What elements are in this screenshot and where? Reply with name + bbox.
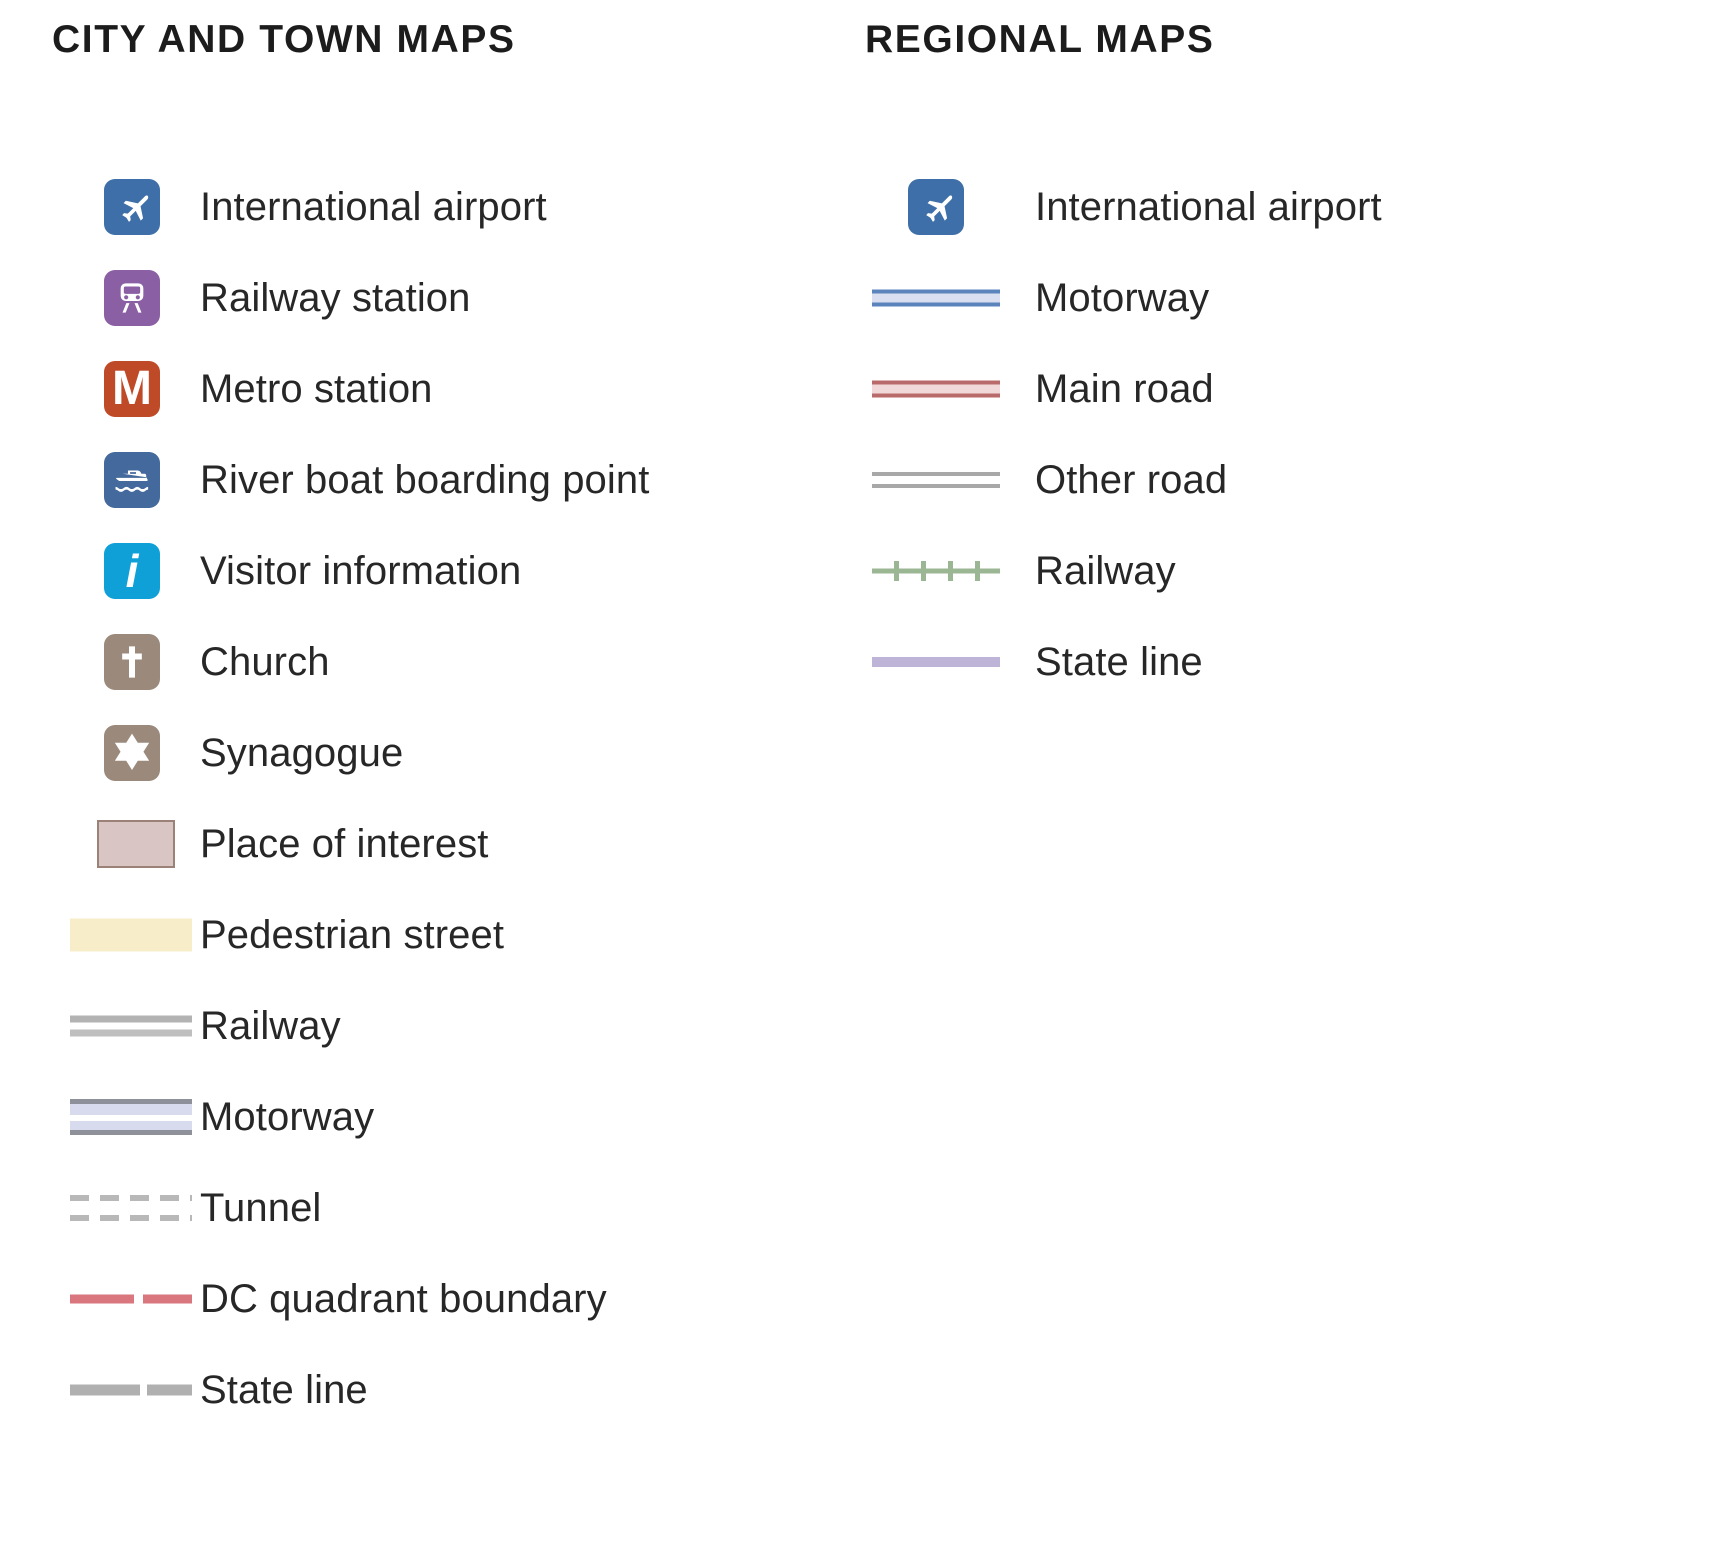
symbol-cell	[0, 981, 200, 1071]
legend-label: Other road	[1035, 458, 1228, 502]
legend-row-pedestrian-street: Pedestrian street	[0, 890, 860, 980]
regional-motorway-swatch	[872, 289, 1000, 307]
legend-row-railway-city: Railway	[0, 981, 860, 1071]
legend-row-railway-regional: Railway	[860, 526, 1717, 616]
legend-row-motorway-regional: Motorway	[860, 253, 1717, 343]
column-heading-regional: REGIONAL MAPS	[865, 18, 1215, 61]
railway-spine	[872, 568, 1000, 574]
legend-label: State line	[200, 1368, 368, 1412]
symbol-cell	[860, 162, 1035, 252]
legend-label: Railway	[200, 1004, 341, 1048]
regional-main-road-swatch	[872, 380, 1000, 398]
information-icon: i	[104, 543, 160, 599]
symbol-cell	[860, 526, 1035, 616]
pedestrian-street-swatch	[70, 918, 192, 952]
legend-label: International airport	[1035, 185, 1382, 229]
legend-row-railway-station: Railway station	[0, 253, 860, 343]
symbol-cell	[0, 890, 200, 980]
railway-tick	[894, 561, 899, 581]
regional-railway-swatch	[872, 561, 1000, 581]
legend-label: Main road	[1035, 367, 1214, 411]
symbol-cell	[0, 162, 200, 252]
legend-label: Synagogue	[200, 731, 404, 775]
legend-column-city: CITY AND TOWN MAPS International airport	[0, 0, 860, 1410]
legend-label: Place of interest	[200, 822, 489, 866]
railway-tick	[948, 561, 953, 581]
regional-other-road-swatch	[872, 472, 1000, 488]
legend-row-motorway-city: Motorway	[0, 1072, 860, 1162]
airport-icon	[908, 179, 964, 235]
place-of-interest-swatch	[97, 820, 175, 868]
information-glyph: i	[125, 545, 139, 597]
symbol-cell	[0, 435, 200, 525]
legend-label: DC quadrant boundary	[200, 1277, 607, 1321]
legend-label: Pedestrian street	[200, 913, 505, 957]
legend-row-place-of-interest: Place of interest	[0, 799, 860, 889]
legend-row-dc-quadrant-boundary: DC quadrant boundary	[0, 1254, 860, 1344]
metro-glyph: M	[112, 362, 152, 415]
legend-row-church: Church	[0, 617, 860, 707]
state-line-swatch	[70, 1384, 192, 1396]
legend-row-synagogue: Synagogue	[0, 708, 860, 798]
metro-icon: M	[104, 361, 160, 417]
symbol-cell	[860, 435, 1035, 525]
railway-station-icon	[104, 270, 160, 326]
legend-row-international-airport: International airport	[0, 162, 860, 252]
symbol-cell	[860, 253, 1035, 343]
legend-label: Tunnel	[200, 1186, 322, 1230]
symbol-cell	[860, 344, 1035, 434]
legend-label: Church	[200, 640, 330, 684]
legend-row-river-boat: River boat boarding point	[0, 435, 860, 525]
legend-label: Metro station	[200, 367, 433, 411]
symbol-cell: i	[0, 526, 200, 616]
legend-row-main-road: Main road	[860, 344, 1717, 434]
tunnel-line-swatch	[70, 1195, 192, 1221]
legend-row-international-airport-regional: International airport	[860, 162, 1717, 252]
symbol-cell	[0, 799, 200, 889]
symbol-cell	[860, 617, 1035, 707]
legend-row-metro-station: M Metro station	[0, 344, 860, 434]
legend-row-other-road: Other road	[860, 435, 1717, 525]
legend-row-state-line-regional: State line	[860, 617, 1717, 707]
symbol-cell	[0, 253, 200, 343]
symbol-cell	[0, 708, 200, 798]
railway-tick	[921, 561, 926, 581]
legend-row-tunnel: Tunnel	[0, 1163, 860, 1253]
symbol-cell	[0, 1072, 200, 1162]
railway-tick	[975, 561, 980, 581]
synagogue-icon	[104, 725, 160, 781]
symbol-cell	[0, 1345, 200, 1435]
legend-label: Motorway	[1035, 276, 1210, 320]
railway-line-swatch	[70, 1015, 192, 1037]
legend-label: State line	[1035, 640, 1203, 684]
legend-label: Railway station	[200, 276, 471, 320]
legend-label: River boat boarding point	[200, 458, 650, 502]
symbol-cell	[0, 1163, 200, 1253]
regional-state-line-swatch	[872, 657, 1000, 667]
legend-label: Visitor information	[200, 549, 522, 593]
symbol-cell	[0, 617, 200, 707]
river-boat-icon	[104, 452, 160, 508]
legend-row-state-line-city: State line	[0, 1345, 860, 1435]
motorway-line-swatch	[70, 1099, 192, 1135]
symbol-cell	[0, 1254, 200, 1344]
airport-icon	[104, 179, 160, 235]
symbol-cell: M	[0, 344, 200, 434]
column-heading-city: CITY AND TOWN MAPS	[52, 18, 516, 61]
legend-label: Railway	[1035, 549, 1176, 593]
dc-quadrant-line-swatch	[70, 1294, 192, 1304]
legend-row-visitor-information: i Visitor information	[0, 526, 860, 616]
map-legend: CITY AND TOWN MAPS International airport	[0, 0, 1717, 1557]
church-icon	[104, 634, 160, 690]
legend-label: International airport	[200, 185, 547, 229]
legend-label: Motorway	[200, 1095, 375, 1139]
legend-column-regional: REGIONAL MAPS International airport Moto…	[860, 0, 1717, 682]
